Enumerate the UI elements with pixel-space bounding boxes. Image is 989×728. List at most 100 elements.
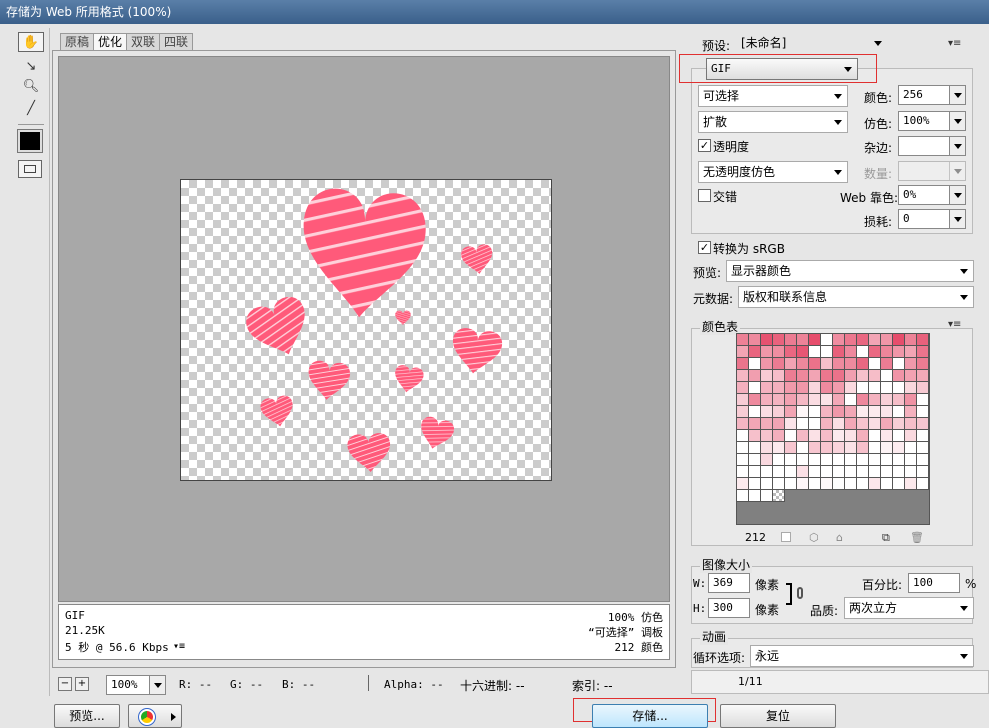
quality-select[interactable]: 两次立方 — [844, 597, 974, 619]
palette-swatch[interactable] — [893, 394, 905, 406]
info-menu-icon[interactable]: ▾≡ — [173, 641, 185, 652]
palette-swatch[interactable] — [905, 430, 917, 442]
palette-swatch[interactable] — [785, 334, 797, 346]
palette-swatch[interactable] — [905, 466, 917, 478]
palette-swatch[interactable] — [833, 430, 845, 442]
palette-swatch[interactable] — [845, 382, 857, 394]
palette-swatch[interactable] — [749, 490, 761, 502]
dither-algorithm-select[interactable]: 扩散 — [698, 111, 848, 133]
palette-swatch[interactable] — [761, 442, 773, 454]
map-to-transparent-icon[interactable] — [781, 532, 791, 542]
matte-select[interactable] — [898, 136, 966, 156]
palette-swatch[interactable] — [869, 406, 881, 418]
save-button[interactable]: 存储... — [592, 704, 708, 728]
palette-swatch[interactable] — [797, 466, 809, 478]
browser-select[interactable] — [128, 704, 182, 728]
palette-swatch[interactable] — [809, 430, 821, 442]
toggle-slices-icon[interactable] — [18, 160, 42, 178]
preview-mode-select[interactable]: 显示器颜色 — [726, 260, 974, 282]
palette-swatch[interactable] — [821, 394, 833, 406]
palette-swatch[interactable] — [893, 466, 905, 478]
metadata-select[interactable]: 版权和联系信息 — [738, 286, 974, 308]
palette-swatch[interactable] — [893, 454, 905, 466]
palette-swatch[interactable] — [797, 334, 809, 346]
height-input[interactable]: 300 — [708, 598, 750, 618]
palette-swatch[interactable] — [869, 466, 881, 478]
palette-swatch[interactable] — [737, 358, 749, 370]
palette-swatch[interactable] — [881, 382, 893, 394]
palette-swatch[interactable] — [833, 478, 845, 490]
palette-swatch[interactable] — [821, 454, 833, 466]
palette-swatch[interactable] — [869, 382, 881, 394]
palette-swatch[interactable] — [785, 358, 797, 370]
eyedropper-color-swatch[interactable] — [17, 129, 43, 153]
web-snap-input[interactable]: 0% — [898, 185, 966, 205]
width-input[interactable]: 369 — [708, 573, 750, 593]
palette-swatch[interactable] — [905, 454, 917, 466]
reset-button[interactable]: 复位 — [720, 704, 836, 728]
palette-swatch[interactable] — [881, 442, 893, 454]
colors-input[interactable]: 256 — [898, 85, 966, 105]
palette-swatch[interactable] — [917, 478, 929, 490]
palette-swatch[interactable] — [893, 382, 905, 394]
palette-swatch[interactable] — [917, 442, 929, 454]
palette-swatch[interactable] — [773, 406, 785, 418]
palette-swatch[interactable] — [833, 382, 845, 394]
palette-swatch[interactable] — [809, 418, 821, 430]
palette-swatch[interactable] — [893, 406, 905, 418]
palette-swatch[interactable] — [773, 478, 785, 490]
palette-swatch[interactable] — [857, 370, 869, 382]
palette-swatch[interactable] — [881, 358, 893, 370]
palette-swatch[interactable] — [785, 478, 797, 490]
palette-swatch[interactable] — [893, 370, 905, 382]
palette-swatch[interactable] — [761, 382, 773, 394]
palette-swatch[interactable] — [749, 358, 761, 370]
transparency-dither-select[interactable]: 无透明度仿色 — [698, 161, 848, 183]
palette-swatch[interactable] — [869, 334, 881, 346]
palette-swatch[interactable] — [905, 418, 917, 430]
palette-swatch[interactable] — [821, 418, 833, 430]
palette-swatch[interactable] — [809, 466, 821, 478]
link-icon[interactable] — [797, 587, 803, 599]
palette-swatch[interactable] — [809, 406, 821, 418]
lock-color-icon[interactable]: ⌂ — [836, 531, 843, 544]
palette-swatch[interactable] — [737, 370, 749, 382]
palette-swatch[interactable] — [737, 466, 749, 478]
zoom-out-button[interactable]: − — [58, 677, 72, 691]
palette-swatch[interactable] — [773, 430, 785, 442]
palette-swatch[interactable] — [905, 346, 917, 358]
palette-swatch[interactable] — [785, 430, 797, 442]
palette-swatch[interactable] — [749, 418, 761, 430]
format-select[interactable]: GIF — [706, 58, 858, 80]
palette-swatch[interactable] — [749, 442, 761, 454]
palette-swatch[interactable] — [845, 478, 857, 490]
palette-swatch[interactable] — [737, 454, 749, 466]
palette-swatch[interactable] — [869, 478, 881, 490]
palette-swatch[interactable] — [917, 370, 929, 382]
palette-swatch[interactable] — [857, 382, 869, 394]
palette-swatch[interactable] — [821, 430, 833, 442]
palette-swatch[interactable] — [893, 478, 905, 490]
palette-swatch[interactable] — [869, 418, 881, 430]
palette-swatch[interactable] — [773, 490, 785, 502]
interlaced-checkbox[interactable] — [698, 189, 711, 202]
palette-swatch[interactable] — [893, 358, 905, 370]
palette-swatch[interactable] — [761, 346, 773, 358]
tab-2up[interactable]: 双联 — [126, 33, 161, 51]
tab-optimized[interactable]: 优化 — [93, 33, 128, 51]
palette-swatch[interactable] — [857, 466, 869, 478]
zoom-in-button[interactable]: + — [75, 677, 89, 691]
palette-swatch[interactable] — [785, 394, 797, 406]
palette-swatch[interactable] — [773, 454, 785, 466]
palette-swatch[interactable] — [857, 478, 869, 490]
palette-swatch[interactable] — [833, 406, 845, 418]
web-shift-icon[interactable]: ⬡ — [809, 531, 819, 544]
palette-swatch[interactable] — [737, 394, 749, 406]
palette-swatch[interactable] — [917, 358, 929, 370]
palette-swatch[interactable] — [773, 346, 785, 358]
palette-swatch[interactable] — [809, 478, 821, 490]
palette-swatch[interactable] — [761, 418, 773, 430]
palette-swatch[interactable] — [761, 466, 773, 478]
palette-swatch[interactable] — [809, 442, 821, 454]
palette-swatch[interactable] — [905, 442, 917, 454]
